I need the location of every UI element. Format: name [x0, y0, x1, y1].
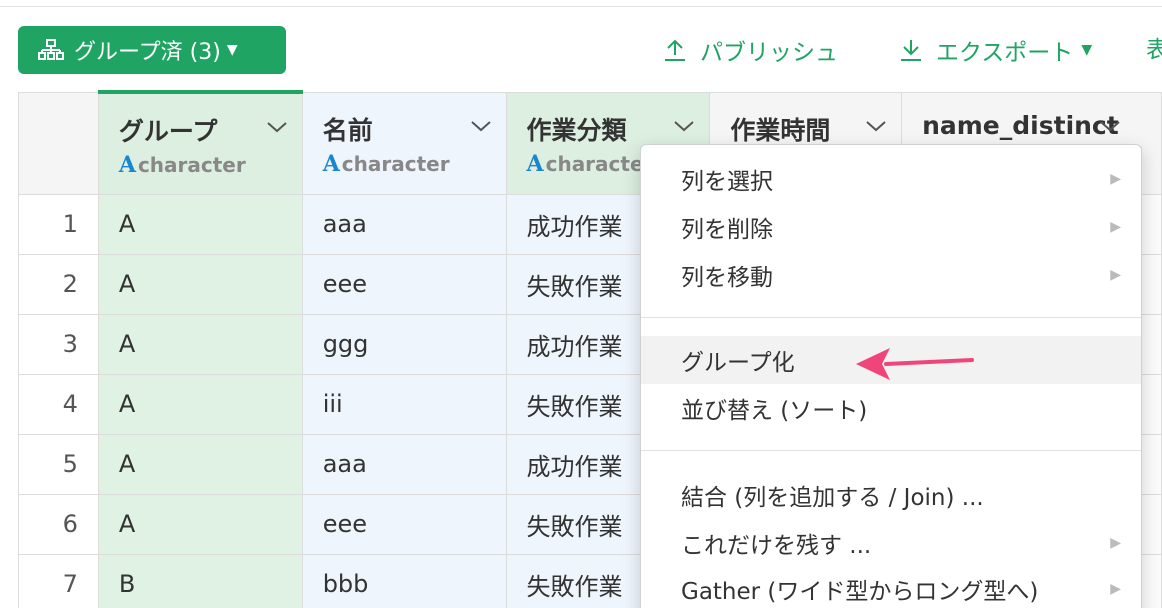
top-border: [0, 0, 1162, 7]
cell-name[interactable]: aaa: [301, 433, 507, 495]
cell-name[interactable]: iii: [301, 373, 507, 435]
publish-label: パブリッシュ: [700, 40, 838, 66]
toolbar-truncated-item[interactable]: 表: [1146, 30, 1162, 70]
row-number-header: [18, 91, 99, 195]
grouped-button-label: グループ済 (3): [74, 40, 221, 65]
row-number: 2: [18, 253, 99, 315]
caret-down-icon: ▼: [1081, 42, 1093, 58]
row-number: 7: [18, 553, 99, 608]
app-window: グループ済 (3) ▼ パブリッシュ エクスポート ▼ 表 グループ A cha…: [0, 0, 1162, 608]
download-icon: [901, 40, 921, 61]
row-number: 6: [18, 493, 99, 555]
cell-group[interactable]: A: [97, 493, 303, 555]
cell-group[interactable]: A: [97, 373, 303, 435]
menu-item-keep-only[interactable]: これだけを残す ... ▶: [641, 519, 1141, 567]
row-number: 5: [18, 433, 99, 495]
character-type-icon: A: [322, 150, 340, 177]
menu-item-label: グループ化: [681, 350, 795, 376]
chevron-down-icon[interactable]: [673, 119, 695, 133]
submenu-arrow-icon: ▶: [1110, 171, 1121, 187]
chevron-down-icon[interactable]: [470, 119, 492, 133]
chevron-down-icon[interactable]: [865, 119, 887, 133]
menu-separator: [641, 450, 1141, 451]
cell-group[interactable]: B: [97, 553, 303, 608]
annotation-arrow-icon: [856, 348, 974, 380]
submenu-arrow-icon: ▶: [1110, 535, 1121, 551]
export-label: エクスポート: [936, 40, 1074, 66]
upload-icon: [665, 39, 685, 61]
cell-group[interactable]: A: [97, 313, 303, 375]
column-type-label: character: [137, 153, 246, 177]
character-type-icon: A: [526, 150, 544, 177]
column-type-label: characte: [545, 151, 644, 176]
column-header-name[interactable]: 名前 Acharacter: [301, 91, 507, 195]
publish-button[interactable]: パブリッシュ: [664, 30, 838, 70]
chevron-down-icon[interactable]: [1099, 119, 1121, 133]
menu-item-label: 列を削除: [681, 217, 773, 243]
cell-name[interactable]: eee: [301, 493, 507, 555]
menu-item-label: これだけを残す ...: [681, 533, 872, 559]
menu-item-gather[interactable]: Gather (ワイド型からロング型へ) ▶: [641, 565, 1141, 608]
cell-name[interactable]: ggg: [301, 313, 507, 375]
export-button[interactable]: エクスポート ▼: [900, 30, 1092, 70]
column-type-label: character: [341, 151, 450, 176]
submenu-arrow-icon: ▶: [1110, 267, 1121, 283]
submenu-arrow-icon: ▶: [1110, 581, 1121, 597]
menu-item-sort[interactable]: 並び替え (ソート): [641, 384, 1141, 432]
row-number: 4: [18, 373, 99, 435]
group-tree-icon: [38, 39, 64, 60]
column-type: Acharacter: [323, 151, 506, 177]
menu-item-label: 列を移動: [681, 265, 773, 291]
cell-name[interactable]: aaa: [301, 193, 507, 255]
column-name: name_distinct: [922, 110, 1119, 140]
row-number: 3: [18, 313, 99, 375]
column-type: Acharacter: [119, 152, 302, 178]
row-number: 1: [18, 193, 99, 255]
caret-down-icon: ▼: [226, 42, 238, 58]
menu-item-label: 並び替え (ソート): [681, 398, 868, 424]
cell-name[interactable]: eee: [301, 253, 507, 315]
grouped-button[interactable]: グループ済 (3) ▼: [18, 26, 286, 74]
menu-item-label: 列を選択: [681, 169, 773, 195]
menu-item-label: 結合 (列を追加する / Join) ...: [681, 485, 984, 511]
menu-item-delete-columns[interactable]: 列を削除 ▶: [641, 203, 1141, 251]
cell-group[interactable]: A: [97, 253, 303, 315]
cell-group[interactable]: A: [97, 193, 303, 255]
character-type-icon: A: [118, 152, 136, 178]
menu-item-move-columns[interactable]: 列を移動 ▶: [641, 251, 1141, 299]
cell-name[interactable]: bbb: [301, 553, 507, 608]
submenu-arrow-icon: ▶: [1110, 219, 1121, 235]
menu-item-label: Gather (ワイド型からロング型へ): [681, 579, 1039, 605]
menu-separator: [641, 317, 1141, 318]
menu-item-select-columns[interactable]: 列を選択 ▶: [641, 155, 1141, 203]
column-header-group[interactable]: グループ Acharacter: [97, 90, 303, 195]
chevron-down-icon[interactable]: [266, 120, 288, 134]
menu-item-join[interactable]: 結合 (列を追加する / Join) ...: [641, 471, 1141, 519]
cell-group[interactable]: A: [97, 433, 303, 495]
